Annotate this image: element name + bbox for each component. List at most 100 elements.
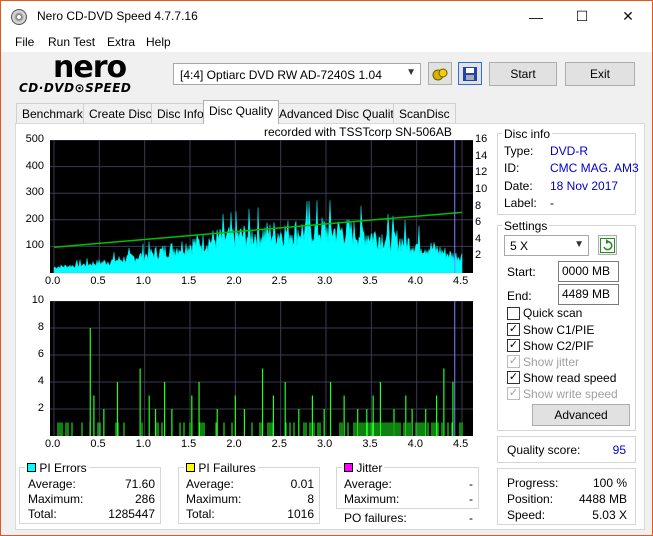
pi-errors-plot bbox=[50, 139, 473, 274]
tab-benchmark[interactable]: Benchmark bbox=[16, 103, 89, 123]
quick-scan-label: Quick scan bbox=[523, 306, 583, 320]
y2-tick-label: 8 bbox=[475, 199, 482, 212]
menu-bar: File Run Test Extra Help bbox=[1, 32, 652, 52]
pi-failures-color-swatch bbox=[186, 463, 195, 472]
disc-date-label: Date: bbox=[504, 179, 533, 193]
x-tick-label: 1.0 bbox=[135, 438, 151, 450]
x-tick-label: 1.5 bbox=[181, 275, 197, 287]
pi-errors-total-value: 1285447 bbox=[108, 507, 155, 521]
menu-help[interactable]: Help bbox=[146, 35, 171, 49]
pi-failures-title-wrap: PI Failures bbox=[184, 461, 258, 475]
quality-score-label: Quality score: bbox=[507, 443, 581, 457]
tab-disc-info[interactable]: Disc Info bbox=[151, 103, 210, 123]
quick-scan-checkbox[interactable] bbox=[507, 307, 520, 320]
y2-tick-label: 2 bbox=[475, 249, 482, 262]
close-button[interactable]: ✕ bbox=[605, 1, 651, 32]
floppy-disk-icon bbox=[463, 66, 477, 81]
pi-failures-average-label: Average: bbox=[186, 477, 234, 491]
y2-tick-label: 6 bbox=[475, 216, 482, 229]
settings-title: Settings bbox=[502, 219, 550, 233]
start-label: Start: bbox=[507, 265, 536, 279]
tab-create-disc[interactable]: Create Disc bbox=[83, 103, 158, 123]
chevron-down-icon: ▼ bbox=[406, 67, 416, 78]
maximize-button[interactable]: ☐ bbox=[559, 1, 605, 32]
jitter-title-wrap: Jitter bbox=[342, 461, 385, 475]
y-tick-label: 400 bbox=[25, 159, 44, 172]
recorded-with-label: recorded with TSSTcorp SN-506AB bbox=[264, 125, 452, 139]
position-value: 4488 MB bbox=[578, 492, 627, 506]
pi-errors-series bbox=[53, 200, 463, 274]
y2-tick-label: 10 bbox=[475, 182, 488, 195]
end-field[interactable]: 4489 MB bbox=[558, 284, 619, 305]
eject-button[interactable] bbox=[428, 62, 452, 85]
x-tick-label: 4.0 bbox=[407, 275, 423, 287]
jitter-color-swatch bbox=[344, 463, 353, 472]
jitter-maximum-label: Maximum: bbox=[344, 492, 400, 506]
show-read-speed-label: Show read speed bbox=[523, 371, 617, 385]
refresh-speed-button[interactable] bbox=[598, 235, 617, 255]
drive-select[interactable]: [4:4] Optiarc DVD RW AD-7240S 1.04 ▼ bbox=[173, 63, 421, 85]
y-tick-label: 6 bbox=[37, 348, 44, 360]
x-tick-label: 2.0 bbox=[226, 438, 242, 450]
exit-button[interactable]: Exit bbox=[565, 62, 635, 86]
x-tick-label: 0.0 bbox=[45, 275, 61, 287]
minimize-button[interactable]: — bbox=[513, 1, 559, 32]
eject-icon bbox=[432, 68, 448, 80]
x-tick-label: 3.0 bbox=[317, 438, 333, 450]
disc-id-value: CMC MAG. AM3 bbox=[550, 161, 639, 175]
y2-tick-label: 12 bbox=[475, 166, 488, 179]
menu-extra[interactable]: Extra bbox=[107, 35, 135, 49]
show-c2-pif-label: Show C2/PIF bbox=[523, 339, 594, 353]
show-jitter-checkbox: ✓ bbox=[507, 355, 520, 368]
start-button[interactable]: Start bbox=[489, 62, 557, 86]
y2-tick-label: 4 bbox=[475, 232, 482, 245]
y-tick-label: 300 bbox=[25, 186, 44, 199]
drive-select-value: [4:4] Optiarc DVD RW AD-7240S 1.04 bbox=[180, 68, 382, 82]
nero-disc-icon bbox=[11, 9, 27, 25]
start-field[interactable]: 0000 MB bbox=[558, 261, 619, 282]
x-tick-label: 0.5 bbox=[90, 438, 106, 450]
x-tick-label: 3.0 bbox=[317, 275, 333, 287]
po-failures-label: PO failures: bbox=[344, 511, 407, 525]
pi-errors-chart bbox=[50, 139, 473, 274]
save-button[interactable] bbox=[458, 62, 482, 85]
refresh-icon bbox=[600, 237, 615, 253]
show-read-speed-checkbox[interactable]: ✓ bbox=[507, 371, 520, 384]
pi-errors-color-swatch bbox=[27, 463, 36, 472]
x-tick-label: 2.5 bbox=[271, 438, 287, 450]
pi-failures-chart bbox=[50, 300, 473, 436]
x-tick-label: 0.0 bbox=[45, 438, 61, 450]
tab-scandisc[interactable]: ScanDisc bbox=[393, 103, 456, 123]
x-tick-label: 3.5 bbox=[362, 275, 378, 287]
disc-info-title: Disc info bbox=[502, 127, 553, 141]
y2-tick-label: 14 bbox=[475, 149, 488, 162]
menu-file[interactable]: File bbox=[15, 35, 34, 49]
show-c1-pie-checkbox[interactable]: ✓ bbox=[507, 323, 520, 336]
pi-failures-total-label: Total: bbox=[186, 507, 215, 521]
advanced-button[interactable]: Advanced bbox=[532, 404, 630, 426]
y-tick-label: 2 bbox=[37, 402, 44, 414]
end-label: End: bbox=[507, 289, 532, 303]
pi-failures-maximum-value: 8 bbox=[307, 492, 314, 506]
pi-failures-total-value: 1016 bbox=[287, 507, 314, 521]
show-c2-pif-checkbox[interactable]: ✓ bbox=[507, 339, 520, 352]
menu-run-test[interactable]: Run Test bbox=[48, 35, 95, 49]
y-tick-label: 500 bbox=[25, 133, 44, 145]
show-write-speed-checkbox: ✓ bbox=[507, 387, 520, 400]
pi-errors-maximum-value: 286 bbox=[134, 492, 155, 506]
jitter-average-label: Average: bbox=[344, 477, 392, 491]
speed-select[interactable]: 5 X ▼ bbox=[504, 235, 589, 256]
jitter-maximum-value: - bbox=[469, 492, 473, 506]
x-tick-label: 4.0 bbox=[407, 438, 423, 450]
speed-value: 5.03 X bbox=[592, 508, 627, 522]
x-tick-label: 3.5 bbox=[362, 438, 378, 450]
disc-type-value: DVD-R bbox=[550, 144, 588, 158]
tab-advanced-disc-quality[interactable]: Advanced Disc Quality bbox=[273, 103, 406, 123]
tab-disc-quality[interactable]: Disc Quality bbox=[203, 100, 280, 124]
x-tick-label: 4.5 bbox=[453, 275, 469, 287]
disc-label-value: - bbox=[550, 196, 554, 210]
pi-errors-average-label: Average: bbox=[28, 477, 76, 491]
pi-failures-maximum-label: Maximum: bbox=[186, 492, 242, 506]
logo-speed-text: CD·DVD⊙SPEED bbox=[19, 81, 132, 95]
nero-logo: nero CD·DVD⊙SPEED bbox=[19, 50, 167, 96]
